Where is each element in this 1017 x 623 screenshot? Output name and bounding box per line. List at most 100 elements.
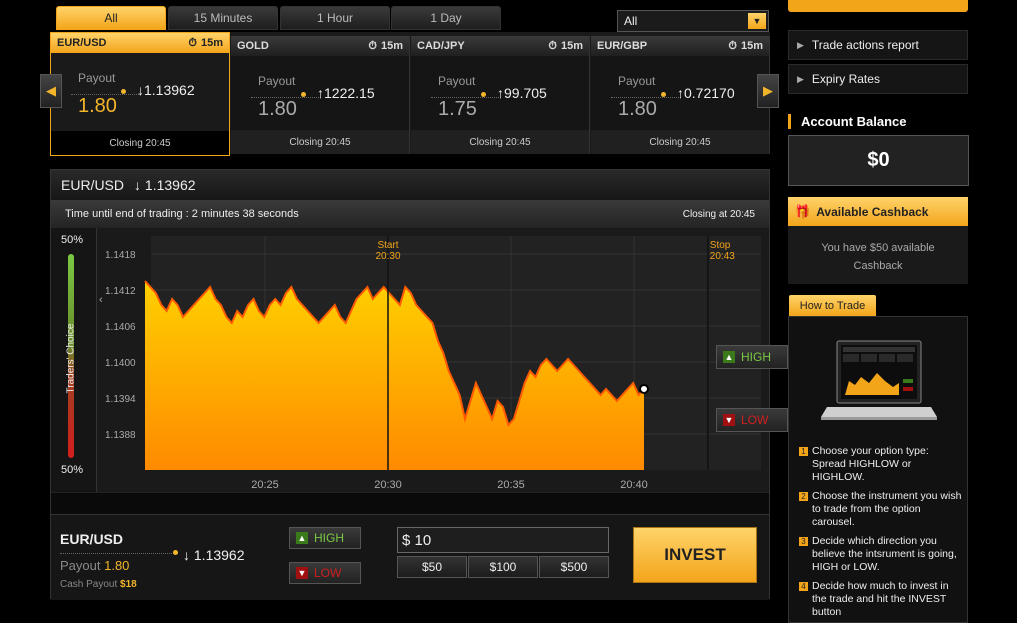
tab-1-hour[interactable]: 1 Hour	[280, 6, 390, 30]
y-tick-label: 1.1394	[105, 394, 136, 405]
y-tick-label: 1.1418	[105, 250, 136, 261]
market-filter-select[interactable]: All ▼	[617, 10, 769, 32]
card-rate-value: 1222.15	[324, 85, 375, 101]
invest-button[interactable]: INVEST	[633, 527, 757, 583]
carousel-card-eurgbp[interactable]: EUR/GBP ⏱ 15m Payout 1.80 ↑0.72170 Closin…	[591, 36, 770, 154]
y-tick-label: 1.1412	[105, 286, 136, 297]
card-expiry-label: 15m	[380, 40, 403, 52]
card-rate: ↓1.13962	[137, 82, 195, 98]
market-filter-value: All	[624, 14, 638, 28]
chart-high-button[interactable]: ▲ HIGH	[716, 345, 788, 369]
panel-symbol: EUR/USD	[61, 177, 125, 193]
card-rate: ↑99.705	[497, 85, 547, 101]
chart-low-label: LOW	[741, 413, 769, 427]
trade-low-button[interactable]: ▼ LOW	[289, 562, 361, 584]
arrow-down-icon: ↓	[137, 82, 144, 98]
stopwatch-icon: ⏱	[368, 39, 377, 52]
card-payout-value: 1.80	[258, 98, 297, 120]
stopwatch-icon: ⏱	[548, 39, 557, 52]
how-to-step: 4 Decide how much to invest in the trade …	[799, 580, 963, 619]
card-payout-value: 1.80	[618, 98, 657, 120]
arrow-up-icon: ▲	[723, 351, 735, 363]
traders-choice: 50% Traders' Choice 50%	[51, 228, 97, 492]
card-symbol: GOLD	[237, 40, 269, 52]
trade-rate-value: 1.13962	[193, 547, 245, 563]
arrow-up-icon: ↑	[677, 85, 684, 101]
expiry-rates-link[interactable]: ▶ Expiry Rates	[788, 64, 968, 94]
card-payout-label: Payout	[258, 74, 296, 88]
card-closing: Closing 20:45	[231, 130, 409, 154]
card-symbol: CAD/JPY	[417, 40, 465, 52]
step-number-1: 1	[799, 447, 808, 456]
laptop-illustration	[821, 340, 937, 420]
trade-actions-report-link[interactable]: ▶ Trade actions report	[788, 30, 968, 60]
card-rate: ↑1222.15	[317, 85, 375, 101]
card-payout-label: Payout	[438, 74, 476, 88]
carousel-prev-button[interactable]: ◀	[40, 74, 62, 108]
tab-15-minutes[interactable]: 15 Minutes	[168, 6, 278, 30]
card-payout-value: 1.75	[438, 98, 477, 120]
option-carousel: EUR/USD ⏱ 15m Payout 1.80 ↓1.13962 Closin…	[50, 32, 770, 156]
cashback-header: 🎁 Available Cashback	[788, 197, 968, 226]
trade-cash-payout: Cash Payout $18	[60, 579, 137, 590]
trade-high-button[interactable]: ▲ HIGH	[289, 527, 361, 549]
trade-symbol: EUR/USD	[60, 531, 124, 547]
preset-500-button[interactable]: $500	[539, 556, 609, 578]
card-rate-dot	[301, 92, 306, 97]
trade-rate: ↓ 1.13962	[183, 547, 245, 563]
card-closing: Closing 20:45	[591, 130, 769, 154]
time-marker-time: 20:43	[710, 251, 735, 262]
step-number-2: 2	[799, 492, 808, 501]
tab-all[interactable]: All	[56, 6, 166, 30]
trade-actions-report-label: Trade actions report	[811, 38, 919, 52]
carousel-card-cadjpy[interactable]: CAD/JPY ⏱ 15m Payout 1.75 ↑99.705 Closing…	[411, 36, 590, 154]
arrow-up-icon: ▲	[296, 532, 308, 544]
chevron-left-icon: ◀	[46, 83, 56, 98]
card-expiry: ⏱ 15m	[368, 40, 403, 53]
x-tick-label: 20:30	[374, 479, 402, 491]
carousel-next-button[interactable]: ▶	[757, 74, 779, 108]
carousel-card-eurusd[interactable]: EUR/USD ⏱ 15m Payout 1.80 ↓1.13962 Closin…	[50, 32, 230, 156]
chart-low-button[interactable]: ▼ LOW	[716, 408, 788, 432]
expiry-rates-label: Expiry Rates	[811, 72, 880, 86]
carousel-card-gold[interactable]: GOLD ⏱ 15m Payout 1.80 ↑1222.15 Closing 2…	[231, 36, 410, 154]
current-price-dot	[639, 384, 649, 394]
card-expiry: ⏱ 15m	[728, 40, 763, 53]
trade-panel: EUR/USD ↓ 1.13962 Time until end of trad…	[50, 169, 788, 600]
preset-50-button[interactable]: $50	[397, 556, 467, 578]
card-header: CAD/JPY ⏱ 15m	[411, 36, 589, 56]
arrow-down-icon: ▼	[723, 414, 735, 426]
step-text: Decide how much to invest in the trade a…	[812, 580, 949, 618]
panel-rate: ↓ 1.13962	[134, 177, 196, 193]
time-marker-time: 20:30	[375, 251, 400, 262]
card-closing: Closing 20:45	[51, 131, 229, 155]
collapse-chevron-icon[interactable]: ‹	[99, 294, 103, 306]
arrow-up-icon: ↑	[317, 85, 324, 101]
y-tick-label: 1.1388	[105, 430, 136, 441]
price-chart-svg: ‹ 1.1418 1.1412 1.1406 1.1400 1.1394 1.1388 20…	[99, 236, 761, 491]
card-rate-dot	[121, 89, 126, 94]
step-number-3: 3	[799, 537, 808, 546]
traders-choice-label: Traders' Choice	[65, 323, 77, 394]
chart-scrollbar[interactable]	[51, 492, 769, 514]
chevron-right-icon: ▶	[797, 39, 804, 50]
trade-high-label: HIGH	[314, 531, 344, 545]
stopwatch-icon: ⏱	[188, 36, 197, 49]
account-balance-value: $0	[788, 135, 969, 186]
gift-icon: 🎁	[794, 203, 811, 219]
card-rate-value: 99.705	[504, 85, 547, 101]
investment-amount-input[interactable]: $ 10	[397, 527, 609, 553]
how-to-trade-panel: 1 Choose your option type: Spread HIGHLOW…	[788, 316, 968, 623]
sidebar-top-button[interactable]	[788, 0, 968, 12]
cashback-text: You have $50 available Cashback	[788, 226, 968, 284]
how-to-trade-tab[interactable]: How to Trade	[789, 295, 876, 316]
traders-choice-bottom: 50%	[61, 464, 84, 476]
tab-1-day[interactable]: 1 Day	[391, 6, 501, 30]
chevron-down-icon: ▼	[748, 13, 766, 29]
cashback-title: Available Cashback	[816, 204, 929, 219]
chevron-right-icon: ▶	[763, 83, 773, 98]
card-payout-label: Payout	[78, 71, 116, 85]
preset-100-button[interactable]: $100	[468, 556, 538, 578]
y-tick-label: 1.1406	[105, 322, 136, 333]
trade-ticket: EUR/USD ↓ 1.13962 Payout 1.80 Cash Payou…	[51, 514, 769, 600]
